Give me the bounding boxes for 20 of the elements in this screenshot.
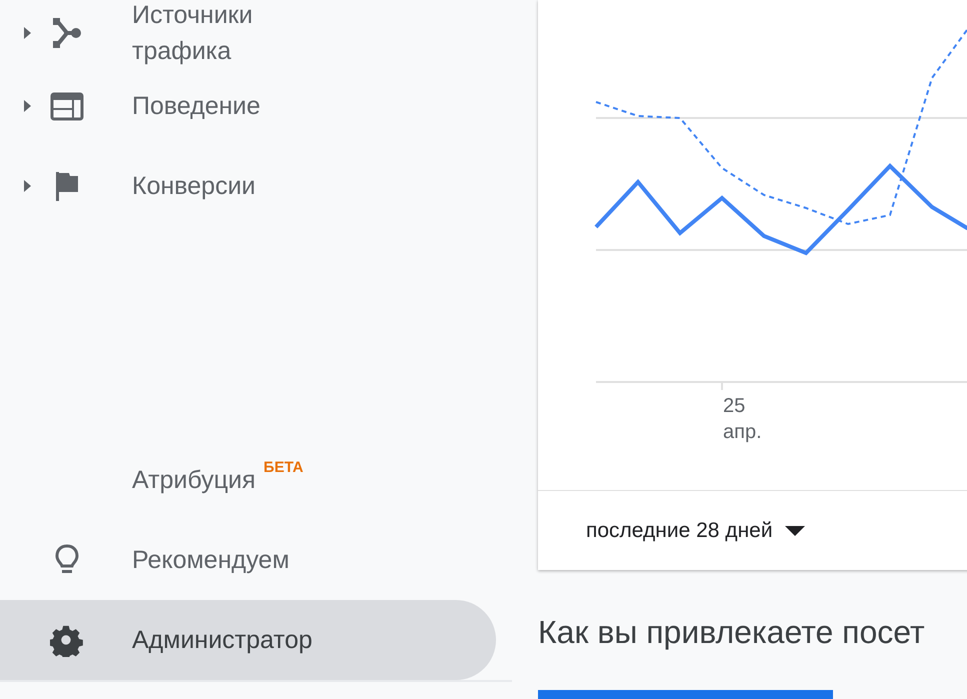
- nav-label: Поведение: [132, 91, 260, 122]
- branch-icon: [50, 16, 84, 50]
- dropdown-arrow-icon: [784, 526, 805, 536]
- nav-label: Атрибуция: [132, 465, 256, 496]
- axis-label: 25: [723, 394, 746, 419]
- nav-item[interactable]: Источники трафика: [0, 0, 512, 66]
- period-dropdown[interactable]: последние 28 дней: [586, 514, 805, 546]
- section-heading: Как вы привлекаете посет: [538, 613, 926, 652]
- nav-item[interactable]: Атрибуция БЕТА: [0, 440, 512, 520]
- nav-label: Администратор: [132, 625, 312, 656]
- axis-label: апр.: [723, 420, 762, 445]
- nav-item[interactable]: Конверсии: [0, 146, 512, 226]
- nav-item[interactable]: Администратор: [0, 600, 496, 680]
- nav-label: Источники трафика: [132, 0, 254, 67]
- settings-icon: [50, 623, 84, 657]
- nav-item[interactable]: Поведение: [0, 66, 512, 146]
- nav-label: Конверсии: [132, 171, 256, 202]
- nav-label: Рекомендуем: [132, 545, 290, 576]
- nav-item[interactable]: Рекомендуем: [0, 520, 512, 600]
- beta-label: БЕТА: [264, 458, 304, 478]
